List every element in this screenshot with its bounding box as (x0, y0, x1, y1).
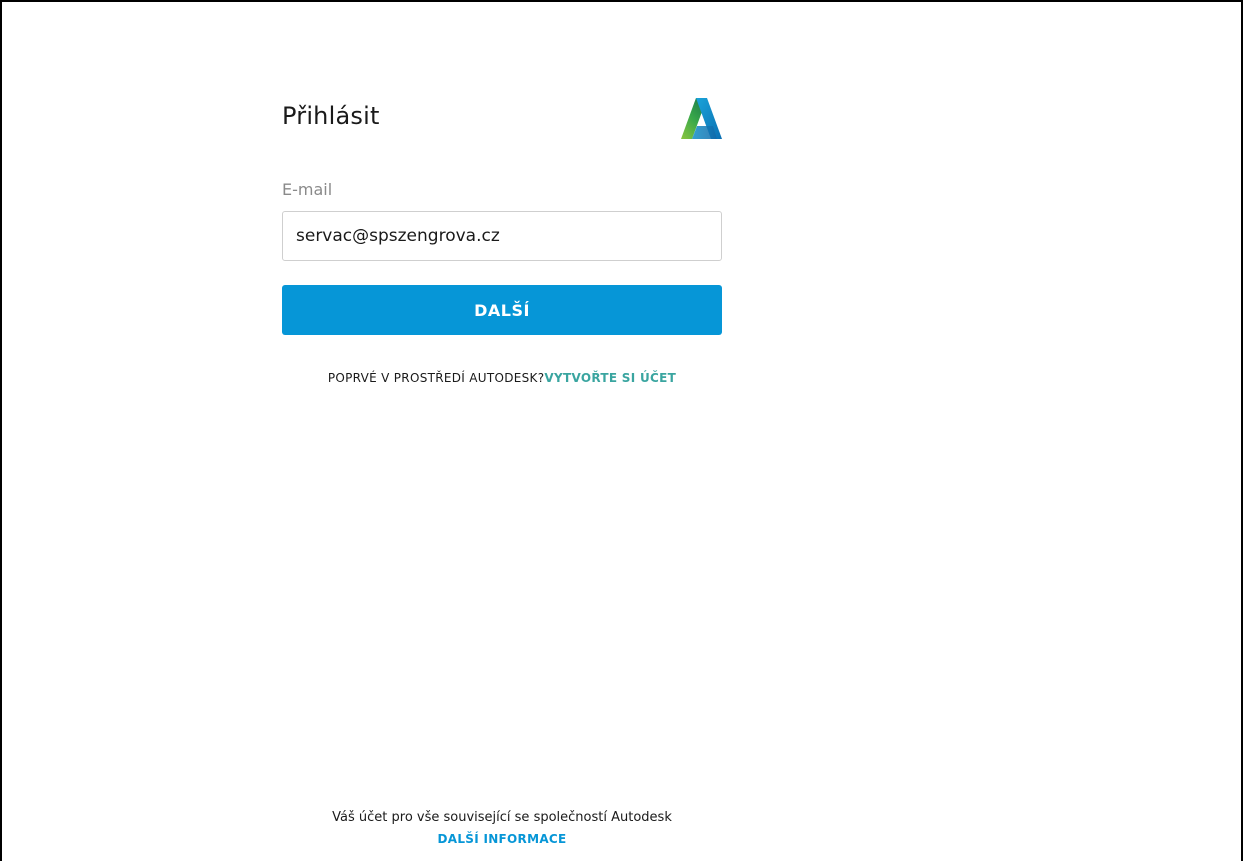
next-button[interactable]: DALŠÍ (282, 285, 722, 335)
create-account-link[interactable]: VYTVOŘTE SI ÚČET (544, 371, 676, 385)
footer: Váš účet pro vše související se společno… (282, 808, 722, 849)
email-label: E-mail (282, 180, 333, 199)
learn-more-link[interactable]: DALŠÍ INFORMACE (437, 829, 566, 849)
autodesk-logo-icon (681, 98, 722, 139)
page-title: Přihlásit (282, 102, 380, 130)
email-field[interactable] (282, 211, 722, 261)
first-time-text: POPRVÉ V PROSTŘEDÍ AUTODESK? (327, 371, 545, 385)
footer-account-text: Váš účet pro vše související se společno… (332, 810, 672, 825)
browser-window: Přihlásit E-mail servac@spszengrova.cz D… (0, 0, 1243, 861)
create-account-row: POPRVÉ V PROSTŘEDÍ AUTODESK?VYTVOŘTE SI … (282, 371, 722, 385)
